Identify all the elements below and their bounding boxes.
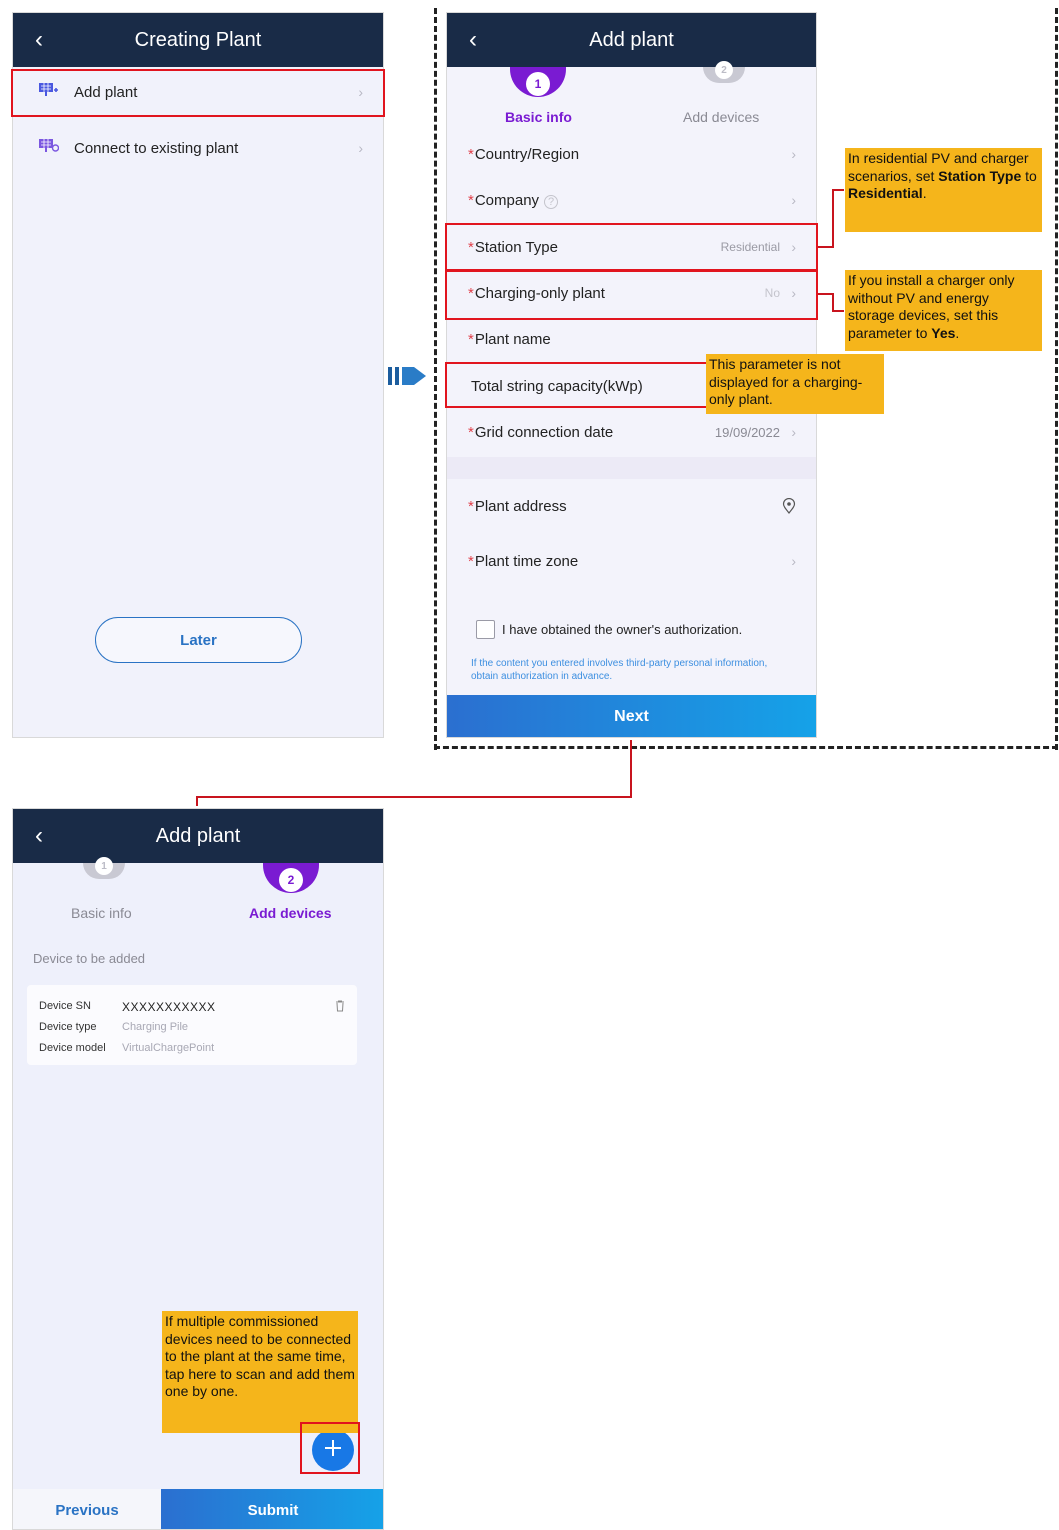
authorization-label: I have obtained the owner's authorizatio… <box>502 622 743 637</box>
capacity-note: This parameter is not displayed for a ch… <box>706 354 884 414</box>
step-indicator: 1 Basic info 2 Add devices <box>447 61 816 129</box>
note-bold: Residential <box>848 185 923 201</box>
required-mark: * <box>468 145 474 163</box>
help-icon[interactable]: ? <box>544 194 559 209</box>
device-model-value: VirtualChargePoint <box>122 1042 215 1054</box>
company-field[interactable]: *Company? › <box>447 177 816 223</box>
device-sn-label: Device SN <box>39 1000 91 1012</box>
note-bold: Yes <box>931 324 956 341</box>
connector-line <box>196 796 632 798</box>
chevron-right-icon: › <box>358 140 363 156</box>
authorization-checkbox[interactable] <box>476 620 495 639</box>
previous-label: Previous <box>55 1501 119 1519</box>
device-type-value: Charging Pile <box>122 1021 189 1033</box>
connector-line <box>832 293 834 311</box>
required-mark: * <box>468 423 474 441</box>
device-type-label: Device type <box>39 1021 97 1033</box>
charging-only-note: If you install a charger only without PV… <box>845 270 1042 351</box>
connect-plant-label: Connect to existing plant <box>74 139 239 157</box>
note-bold: Station Type <box>938 167 1022 184</box>
step-1-label[interactable]: Basic info <box>505 109 572 125</box>
submit-button[interactable]: Submit <box>161 1489 383 1529</box>
group-border-bottom <box>434 746 1058 749</box>
group-border-left <box>434 8 437 750</box>
step-2-label[interactable]: Add devices <box>683 109 759 125</box>
grid-date-value: 19/09/2022 <box>714 424 780 440</box>
country-region-field[interactable]: *Country/Region › <box>447 131 816 177</box>
device-sn-value: XXXXXXXXXXX <box>122 1000 216 1014</box>
station-type-note: In residential PV and charger scenarios,… <box>845 148 1042 232</box>
next-button[interactable]: Next <box>447 695 816 737</box>
section-label: Device to be added <box>33 951 146 966</box>
plant-name-label: Plant name <box>474 330 551 348</box>
connector-line <box>832 189 844 191</box>
device-card[interactable]: Device SN XXXXXXXXXXX Device type Chargi… <box>27 985 357 1065</box>
step-2-label[interactable]: Add devices <box>249 905 331 921</box>
step-1-badge: 1 <box>526 72 550 96</box>
required-mark: * <box>468 330 474 348</box>
connector-line <box>832 189 834 248</box>
add-device-highlight <box>300 1422 360 1474</box>
privacy-note: If the content you entered involves thir… <box>471 658 768 682</box>
country-region-label: Country/Region <box>474 145 580 163</box>
charging-only-highlight <box>445 270 818 320</box>
note-text: This parameter is not displayed for a ch… <box>709 356 863 407</box>
back-arrow-icon[interactable]: ‹ <box>35 822 43 850</box>
note-text: to <box>1021 167 1037 184</box>
plant-time-zone-field[interactable]: *Plant time zone › <box>447 538 816 584</box>
screen-header: ‹ Creating Plant <box>13 13 383 67</box>
previous-button[interactable]: Previous <box>13 1489 161 1529</box>
location-pin-icon[interactable] <box>782 497 796 518</box>
back-arrow-icon[interactable]: ‹ <box>35 26 43 54</box>
chevron-right-icon: › <box>791 553 796 569</box>
connect-plant-icon <box>39 138 60 152</box>
step-2-badge: 2 <box>279 868 303 892</box>
screen-header: ‹ Add plant <box>13 809 383 863</box>
step-2-badge: 2 <box>715 61 733 79</box>
note-text: . <box>955 324 960 341</box>
back-arrow-icon[interactable]: ‹ <box>469 26 477 54</box>
multiple-devices-note: If multiple commissioned devices need to… <box>162 1311 358 1433</box>
required-mark: * <box>468 497 474 515</box>
later-label: Later <box>180 631 217 649</box>
screen-header: ‹ Add plant <box>447 13 816 67</box>
chevron-right-icon: › <box>791 192 796 208</box>
group-border-right <box>1055 8 1058 750</box>
device-model-label: Device model <box>39 1042 106 1054</box>
add-plant-highlight <box>11 69 385 117</box>
delete-icon[interactable] <box>335 999 345 1017</box>
connect-existing-plant-item[interactable]: Connect to existing plant › <box>13 125 383 171</box>
required-mark: * <box>468 191 474 209</box>
plant-address-label: Plant address <box>474 497 567 515</box>
section-divider <box>447 457 816 479</box>
required-mark: * <box>468 552 474 570</box>
page-title: Add plant <box>155 824 241 847</box>
grid-date-label: Grid connection date <box>474 423 614 441</box>
plant-time-zone-label: Plant time zone <box>474 552 579 570</box>
connector-line <box>832 310 844 312</box>
step-1-label[interactable]: Basic info <box>71 905 132 921</box>
station-type-highlight <box>445 223 818 271</box>
submit-label: Submit <box>247 1501 299 1519</box>
flow-arrow-icon <box>388 364 432 388</box>
chevron-right-icon: › <box>791 146 796 162</box>
next-label: Next <box>614 708 649 725</box>
page-title: Add plant <box>589 28 674 51</box>
connector-line <box>196 796 198 806</box>
grid-connection-date-field[interactable]: *Grid connection date 19/09/2022 › <box>447 409 816 455</box>
creating-plant-screen: ‹ Creating Plant Add plant › Connect to … <box>12 12 384 738</box>
capacity-highlight <box>445 362 709 408</box>
connector-line <box>630 740 632 798</box>
plant-address-field[interactable]: *Plant address <box>447 483 816 529</box>
step-indicator: 1 Basic info 2 Add devices <box>13 857 383 925</box>
later-button[interactable]: Later <box>95 617 302 663</box>
note-text: . <box>922 185 927 201</box>
step-1-badge: 1 <box>95 857 113 875</box>
company-label: Company <box>474 191 540 209</box>
note-text: If multiple commissioned devices need to… <box>165 1313 355 1399</box>
page-title: Creating Plant <box>134 28 262 51</box>
chevron-right-icon: › <box>791 424 796 440</box>
